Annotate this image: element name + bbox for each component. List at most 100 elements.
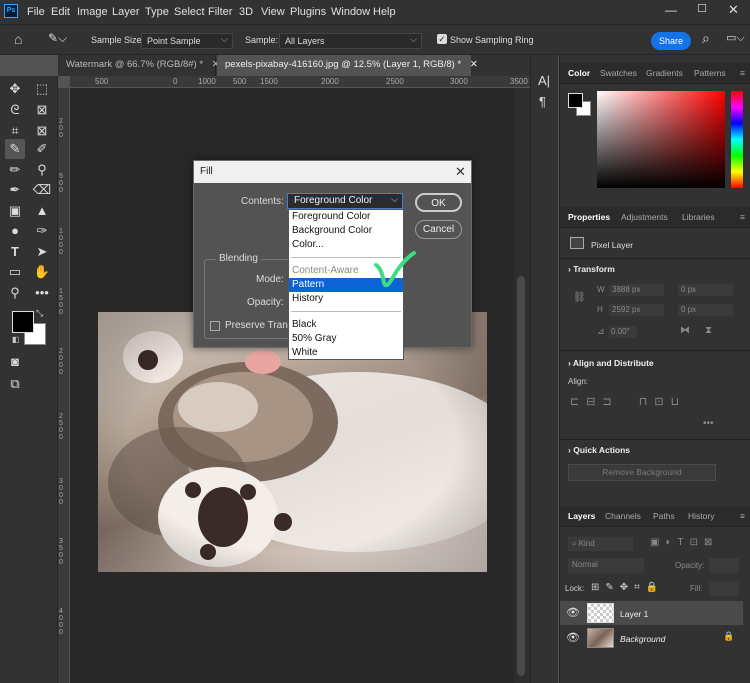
option-foreground-color[interactable]: Foreground Color [289, 210, 403, 224]
link-icon[interactable]: ⛓ [573, 292, 586, 303]
scroll-thumb[interactable] [517, 276, 525, 676]
move-tool-icon[interactable]: ✥ [5, 79, 25, 99]
visibility-eye-icon[interactable]: 👁 [566, 606, 580, 619]
menu-3d[interactable]: 3D [239, 6, 253, 18]
panel-menu-icon[interactable]: ≡ [740, 68, 745, 78]
zoom-tool-icon[interactable]: ⚲ [5, 283, 25, 303]
color-picker-field[interactable] [597, 91, 725, 188]
align-icons[interactable]: ⊏⊟⊐ ⊓⊡⊔ [570, 395, 686, 408]
menu-file[interactable]: File [27, 6, 45, 18]
menu-image[interactable]: Image [77, 6, 108, 18]
paragraph-panel-icon[interactable]: ¶ [539, 94, 546, 109]
blend-mode-select[interactable]: Normal [568, 558, 644, 573]
layer-row-layer-1[interactable]: 👁 Layer 1 [560, 601, 743, 625]
menu-view[interactable]: View [261, 6, 285, 18]
remove-background-button[interactable]: Remove Background [568, 464, 716, 481]
vertical-scrollbar[interactable] [514, 88, 530, 683]
quick-actions-heading[interactable]: › Quick Actions [568, 445, 630, 455]
shape-tool-icon[interactable]: ▭ [5, 262, 25, 282]
share-button[interactable]: Share [651, 32, 691, 50]
swap-colors-icon[interactable]: ⤡ [36, 308, 43, 319]
menu-filter[interactable]: Filter [208, 6, 232, 18]
path-select-icon[interactable]: ➤ [32, 242, 52, 262]
panel-menu-icon[interactable]: ≡ [740, 511, 745, 521]
tab-properties[interactable]: Properties [568, 212, 610, 222]
option-black[interactable]: Black [289, 318, 403, 332]
lasso-tool-icon[interactable]: ᘓ [5, 100, 25, 120]
sample-select[interactable]: All Layers [279, 33, 422, 49]
tab-watermark[interactable]: Watermark @ 66.7% (RGB/8#) * ✕ [58, 55, 220, 76]
menu-edit[interactable]: Edit [51, 6, 70, 18]
eraser-tool-icon[interactable]: ⌫ [32, 180, 52, 200]
eyedropper-tool-icon[interactable]: ✎ [5, 139, 25, 159]
w-value[interactable]: 3888 px [609, 284, 664, 296]
x-field[interactable]: 0 px [678, 284, 733, 296]
tab-swatches[interactable]: Swatches [600, 68, 637, 78]
kind-filter[interactable]: ⌕ Kind [568, 537, 633, 551]
maximize-icon[interactable]: ☐ [697, 2, 707, 15]
opacity-field[interactable] [709, 558, 739, 573]
dodge-tool-icon[interactable]: ● [5, 221, 25, 241]
fill-field[interactable] [709, 581, 739, 596]
option-white[interactable]: White [289, 346, 403, 360]
fg-swatch-mini[interactable] [568, 93, 583, 108]
more-options-icon[interactable]: ••• [703, 418, 714, 429]
tab-libraries[interactable]: Libraries [682, 212, 715, 222]
layer-row-background[interactable]: 👁 Background 🔒 [560, 626, 743, 650]
tab-paths[interactable]: Paths [653, 511, 675, 521]
brush-tool-icon[interactable]: ✏ [5, 160, 25, 180]
blur-tool-icon[interactable]: ▲ [32, 201, 52, 221]
close-tab-icon[interactable]: ✕ [470, 59, 478, 70]
pen-tool-icon[interactable]: ✑ [32, 221, 52, 241]
hand-tool-icon[interactable]: ✋ [32, 262, 52, 282]
minimize-icon[interactable]: — [665, 3, 677, 17]
tab-color[interactable]: Color [568, 68, 590, 78]
quick-mask-icon[interactable]: ◙ [5, 352, 25, 372]
tab-adjustments[interactable]: Adjustments [621, 212, 668, 222]
stamp-tool-icon[interactable]: ⚲ [32, 160, 52, 180]
search-icon[interactable]: ⌕ [702, 30, 710, 47]
menu-help[interactable]: Help [373, 6, 396, 18]
menu-layer[interactable]: Layer [112, 6, 140, 18]
tab-patterns[interactable]: Patterns [694, 68, 726, 78]
tab-pexels[interactable]: pexels-pixabay-416160.jpg @ 12.5% (Layer… [217, 55, 478, 76]
marquee-tool-icon[interactable]: ⬚ [32, 79, 52, 99]
screen-mode-icon[interactable]: ⧉ [5, 374, 25, 394]
menu-window[interactable]: Window [331, 6, 370, 18]
tab-history[interactable]: History [688, 511, 714, 521]
history-brush-icon[interactable]: ✒ [5, 180, 25, 200]
align-heading[interactable]: › Align and Distribute [568, 358, 654, 368]
flip-h-icon[interactable]: ⧓ [680, 325, 690, 336]
healing-tool-icon[interactable]: ✐ [32, 139, 52, 159]
tab-gradients[interactable]: Gradients [646, 68, 683, 78]
layer-name[interactable]: Background [620, 634, 665, 644]
photoshop-logo[interactable]: Ps [4, 4, 18, 18]
angle-field[interactable]: 0.00° [609, 326, 637, 338]
home-icon[interactable]: ⌂ [14, 31, 22, 47]
preserve-checkbox[interactable] [210, 321, 220, 331]
close-dialog-icon[interactable]: ✕ [455, 164, 466, 180]
more-tools-icon[interactable]: ••• [32, 283, 52, 303]
visibility-eye-icon[interactable]: 👁 [566, 631, 580, 644]
tab-layers[interactable]: Layers [568, 511, 595, 521]
menu-select[interactable]: Select [174, 6, 205, 18]
transform-heading[interactable]: › Transform [568, 264, 615, 274]
crop-tool-icon[interactable]: ⌗ [5, 121, 25, 141]
eyedropper-preset-icon[interactable]: ✎⌵ [48, 31, 67, 46]
gradient-tool-icon[interactable]: ▣ [5, 201, 25, 221]
panel-menu-icon[interactable]: ≡ [740, 212, 745, 222]
tab-channels[interactable]: Channels [605, 511, 641, 521]
default-colors-icon[interactable]: ◧ [12, 335, 20, 344]
sampling-ring-checkbox[interactable]: ✓ [437, 34, 447, 44]
frame-tool-icon[interactable]: ⊠ [32, 100, 52, 120]
menu-plugins[interactable]: Plugins [290, 6, 326, 18]
close-window-icon[interactable]: ✕ [728, 2, 739, 18]
filter-icons[interactable]: ▣◐T⊡⊠ [650, 537, 718, 548]
cancel-button[interactable]: Cancel [415, 220, 462, 239]
hue-slider[interactable] [731, 91, 743, 188]
object-select-icon[interactable]: ⊠ [32, 121, 52, 141]
lock-icons[interactable]: ⊞✎✥⌗🔒 [591, 582, 664, 593]
character-panel-icon[interactable]: A| [538, 73, 550, 88]
type-tool-icon[interactable]: T [5, 242, 25, 262]
contents-select[interactable]: Foreground Color [287, 193, 403, 209]
